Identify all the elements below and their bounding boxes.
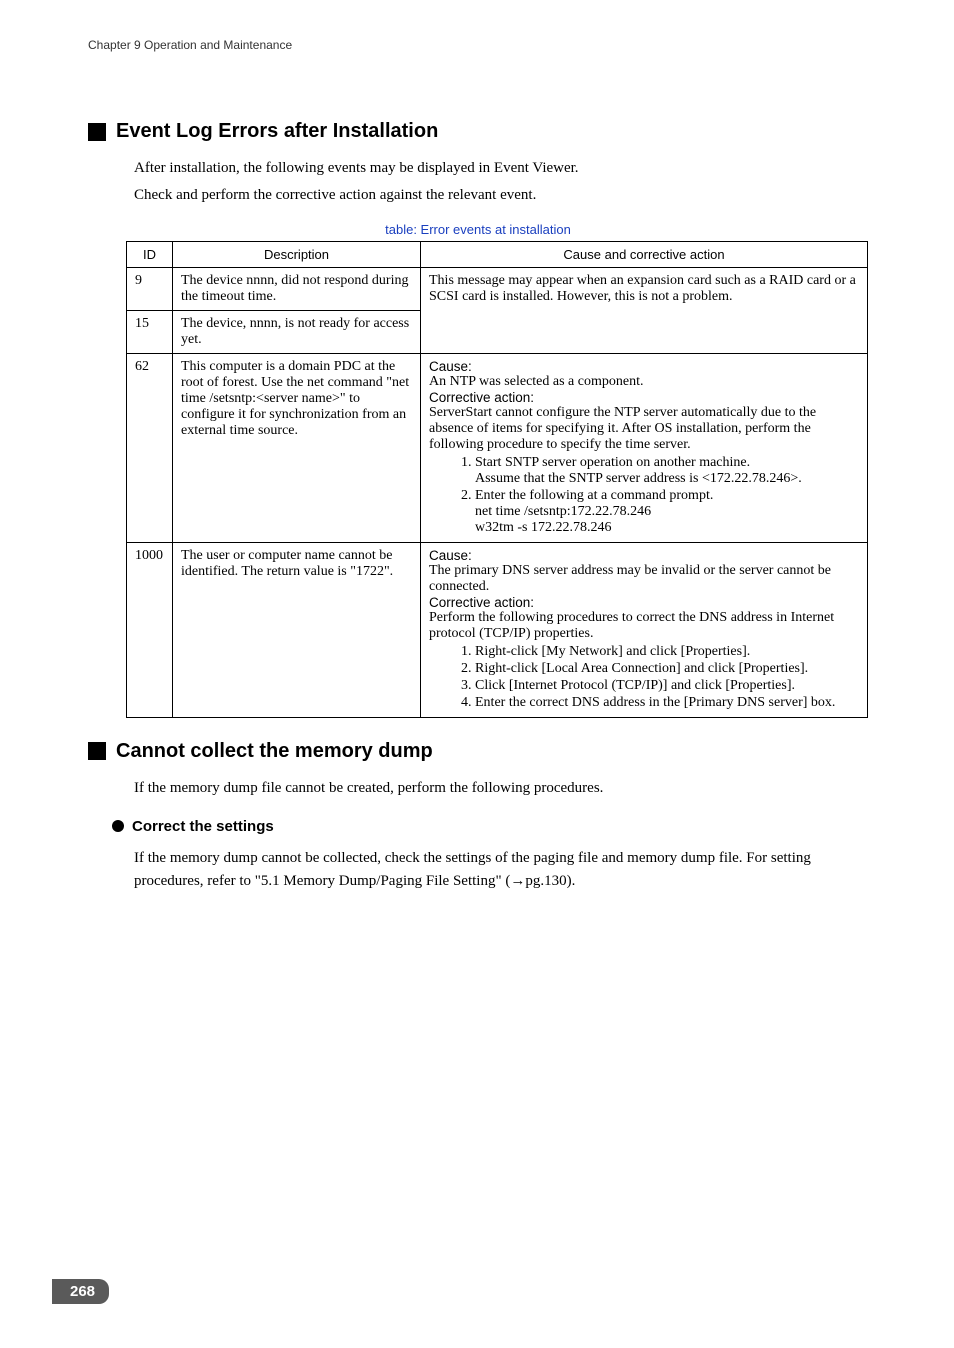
cell-cause: Cause: An NTP was selected as a componen…: [421, 353, 868, 542]
dot-bullet-icon: [112, 820, 124, 832]
table-header-row: ID Description Cause and corrective acti…: [127, 241, 868, 267]
step-item: Enter the correct DNS address in the [Pr…: [475, 695, 859, 711]
error-events-table: ID Description Cause and corrective acti…: [126, 241, 868, 718]
step-subtext: w32tm -s 172.22.78.246: [475, 520, 859, 536]
cell-desc: The device nnnn, did not respond during …: [173, 267, 421, 310]
th-id: ID: [127, 241, 173, 267]
heading-text: Cannot collect the memory dump: [116, 740, 433, 763]
step-text: Start SNTP server operation on another m…: [475, 455, 750, 470]
corrective-label: Corrective action:: [429, 390, 859, 405]
table-caption: table: Error events at installation: [88, 222, 868, 237]
running-header: Chapter 9 Operation and Maintenance: [88, 38, 292, 52]
cell-desc: This computer is a domain PDC at the roo…: [173, 353, 421, 542]
heading-text: Event Log Errors after Installation: [116, 120, 438, 143]
correct-settings-text: If the memory dump cannot be collected, …: [134, 847, 868, 894]
corrective-text: ServerStart cannot configure the NTP ser…: [429, 405, 859, 453]
table-row: 1000 The user or computer name cannot be…: [127, 542, 868, 717]
cell-id: 62: [127, 353, 173, 542]
table-row: 9 The device nnnn, did not respond durin…: [127, 267, 868, 310]
cell-cause: This message may appear when an expansio…: [421, 267, 868, 353]
dump-intro: If the memory dump file cannot be create…: [134, 777, 868, 800]
heading-event-log-errors: Event Log Errors after Installation: [88, 120, 868, 143]
square-bullet-icon: [88, 123, 106, 141]
page-number-badge: 268: [52, 1279, 109, 1304]
cause-label: Cause:: [429, 359, 859, 374]
corrective-text: Perform the following procedures to corr…: [429, 610, 859, 642]
heading-cannot-collect-dump: Cannot collect the memory dump: [88, 740, 868, 763]
table-row: 62 This computer is a domain PDC at the …: [127, 353, 868, 542]
steps-list: Start SNTP server operation on another m…: [475, 455, 859, 536]
cause-label: Cause:: [429, 548, 859, 563]
step-item: Enter the following at a command prompt.…: [475, 488, 859, 536]
square-bullet-icon: [88, 742, 106, 760]
cell-desc: The user or computer name cannot be iden…: [173, 542, 421, 717]
step-text: Enter the following at a command prompt.: [475, 488, 713, 503]
cell-id: 9: [127, 267, 173, 310]
step-item: Right-click [Local Area Connection] and …: [475, 661, 859, 677]
cell-id: 1000: [127, 542, 173, 717]
cell-desc: The device, nnnn, is not ready for acces…: [173, 310, 421, 353]
step-item: Right-click [My Network] and click [Prop…: [475, 644, 859, 660]
intro-line-2: Check and perform the corrective action …: [134, 184, 868, 207]
cell-cause: Cause: The primary DNS server address ma…: [421, 542, 868, 717]
cause-text: The primary DNS server address may be in…: [429, 563, 859, 595]
step-item: Click [Internet Protocol (TCP/IP)] and c…: [475, 678, 859, 694]
subheading-text: Correct the settings: [132, 818, 274, 835]
cell-id: 15: [127, 310, 173, 353]
step-subtext: net time /setsntp:172.22.78.246: [475, 504, 859, 520]
step-item: Start SNTP server operation on another m…: [475, 455, 859, 487]
th-description: Description: [173, 241, 421, 267]
th-cause: Cause and corrective action: [421, 241, 868, 267]
step-subtext: Assume that the SNTP server address is <…: [475, 471, 859, 487]
page-content: Event Log Errors after Installation Afte…: [88, 120, 868, 897]
subheading-correct-settings: Correct the settings: [112, 818, 868, 835]
cause-text: An NTP was selected as a component.: [429, 374, 859, 390]
intro-line-1: After installation, the following events…: [134, 157, 868, 180]
corrective-label: Corrective action:: [429, 595, 859, 610]
steps-list: Right-click [My Network] and click [Prop…: [475, 644, 859, 711]
